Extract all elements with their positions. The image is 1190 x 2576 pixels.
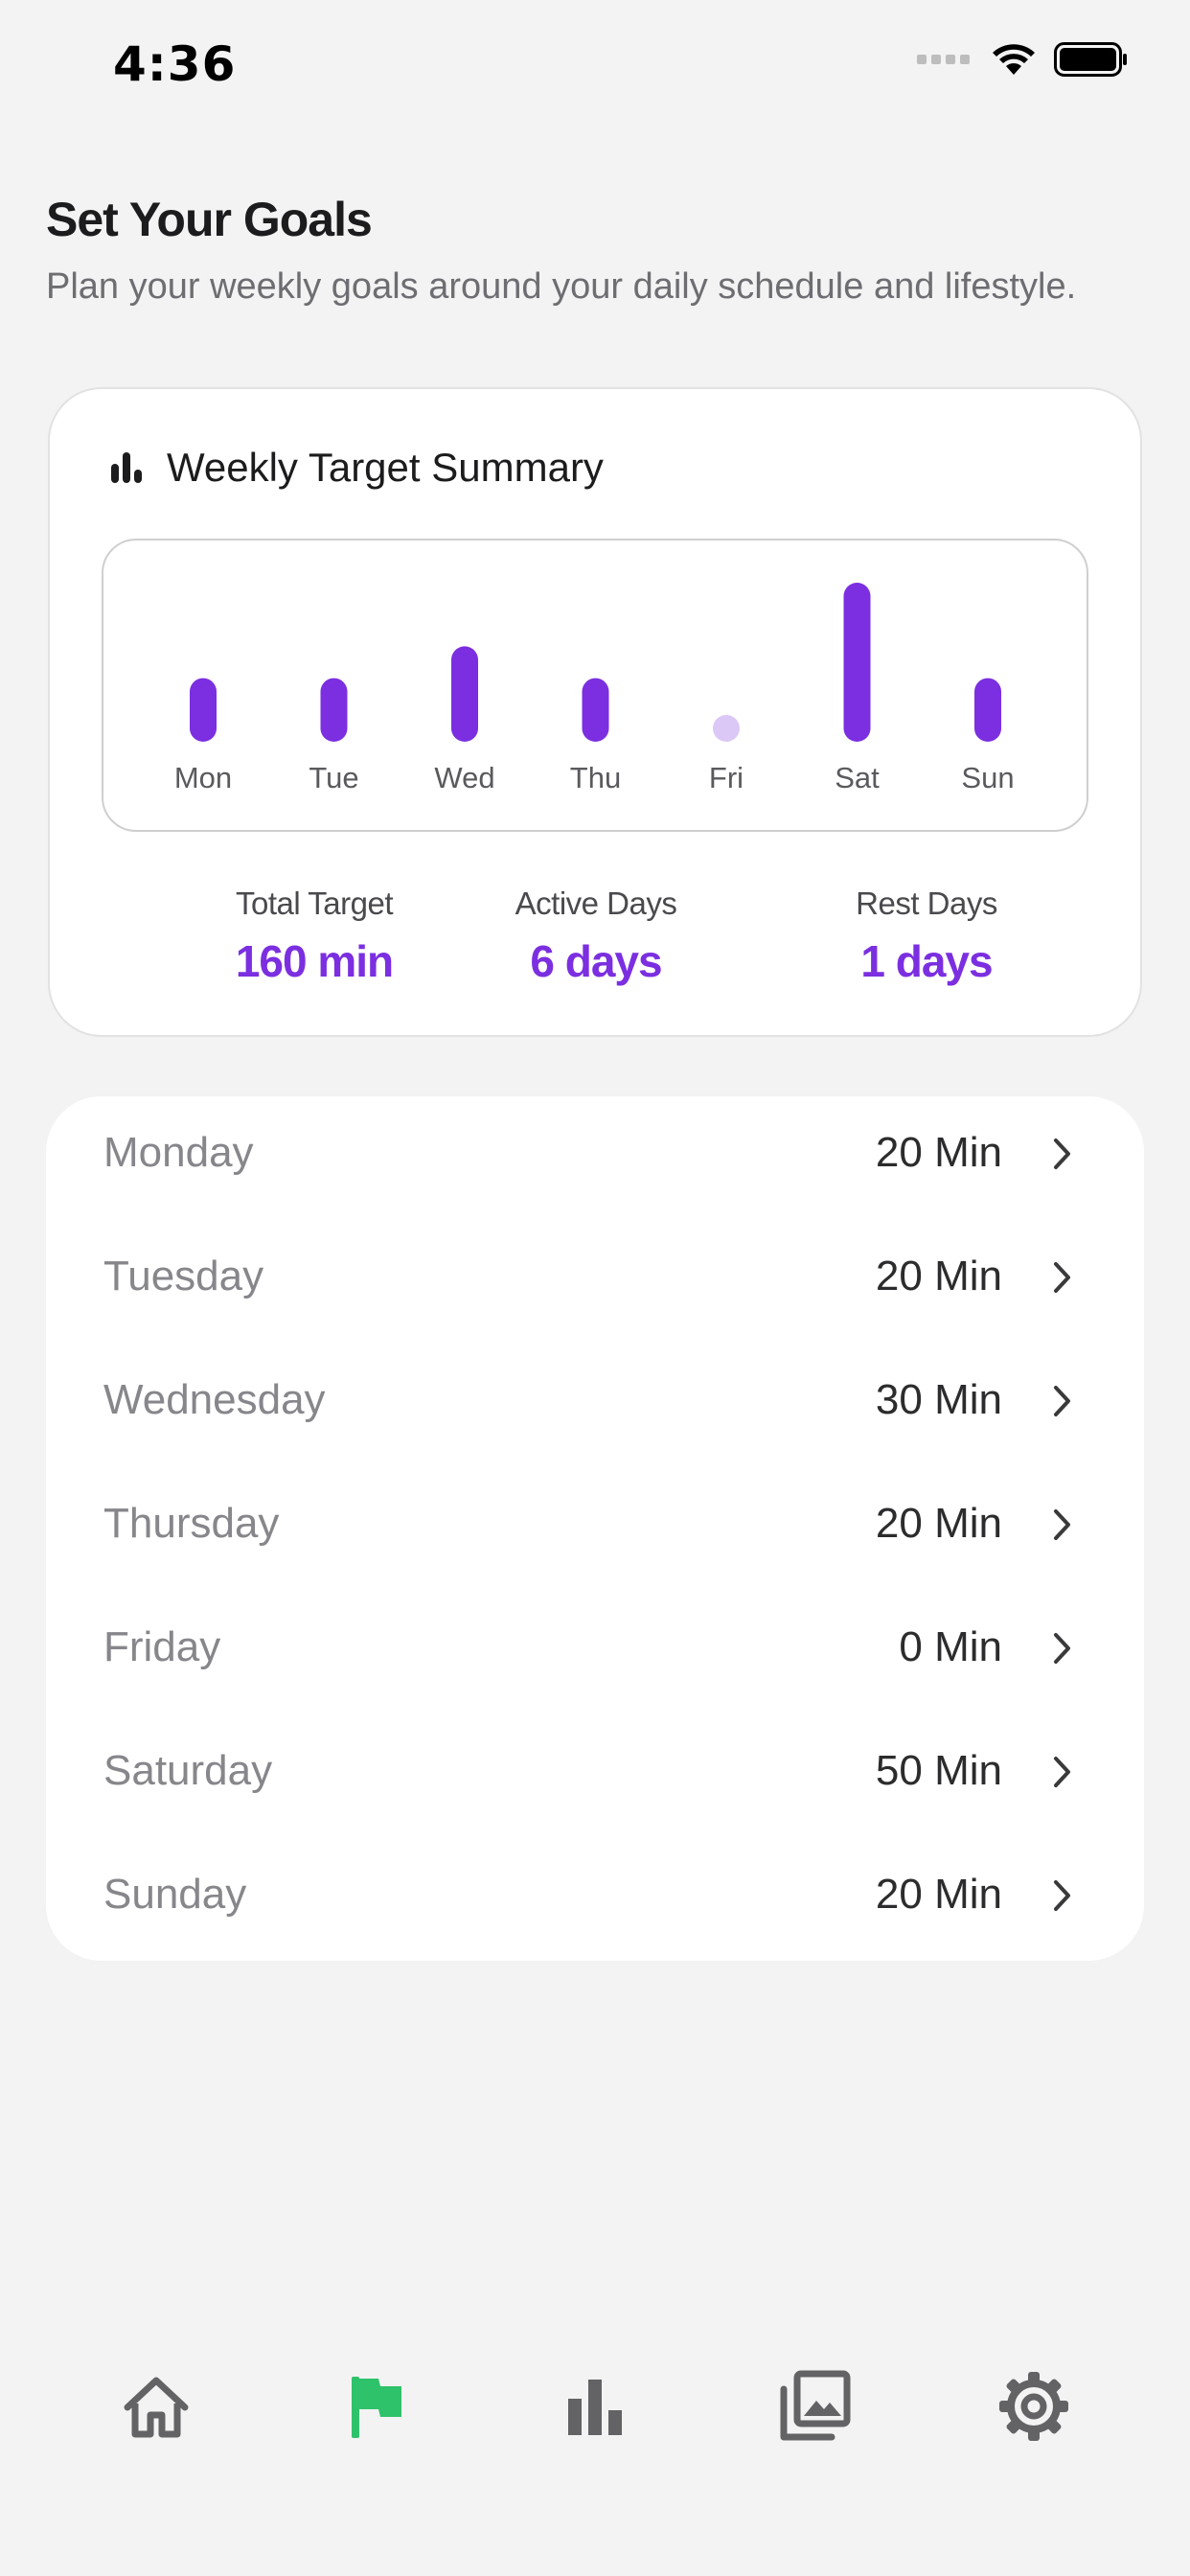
gallery-icon [780, 2370, 851, 2441]
day-goal-value: 20 Min [875, 1253, 1002, 1300]
daily-goal-list: Monday 20 Min Tuesday 20 Min Wednesday 3… [46, 1096, 1144, 1961]
summary-card-title: Weekly Target Summary [167, 445, 604, 490]
day-name: Tuesday [103, 1253, 264, 1300]
wifi-icon [993, 44, 1035, 75]
day-name: Monday [103, 1129, 254, 1176]
day-row-thursday[interactable]: Thursday 20 Min [46, 1467, 1144, 1591]
stat-active-days: Active Days 6 days [433, 886, 759, 987]
day-goal-value: 50 Min [875, 1747, 1002, 1794]
weekly-summary-card: Weekly Target Summary Mon Tue Wed Thu Fri Sat… [48, 387, 1142, 1037]
day-name: Thursday [103, 1500, 280, 1547]
stat-value: 160 min [235, 936, 394, 986]
bar-label-fri: Fri [709, 761, 744, 794]
bar-tue [320, 678, 348, 742]
chevron-right-icon [1054, 1262, 1070, 1293]
chevron-right-icon [1054, 1509, 1070, 1540]
status-indicators [917, 42, 1129, 77]
bar-fri [713, 715, 740, 742]
day-row-sunday[interactable]: Sunday 20 Min [46, 1838, 1144, 1962]
status-time: 4:36 [113, 36, 237, 92]
stat-label: Active Days [515, 886, 677, 921]
day-row-saturday[interactable]: Saturday 50 Min [46, 1714, 1144, 1838]
tab-stats[interactable] [542, 2354, 648, 2459]
summary-stats: Total Target 160 min Active Days 6 days … [50, 886, 1140, 1000]
bar-label-thu: Thu [570, 761, 621, 794]
chevron-right-icon [1054, 1757, 1070, 1787]
weekly-bar-chart-svg: Mon Tue Wed Thu Fri Sat Sun [174, 583, 1015, 794]
summary-card-header: Weekly Target Summary [107, 445, 604, 491]
flag-icon [352, 2377, 401, 2438]
chevron-right-icon [1054, 1138, 1070, 1169]
tab-home[interactable] [103, 2354, 209, 2459]
stat-value: 6 days [530, 936, 662, 986]
bar-label-wed: Wed [434, 761, 494, 794]
day-name: Wednesday [103, 1376, 326, 1423]
stat-rest-days: Rest Days 1 days [764, 886, 1089, 987]
bottom-tab-bar [0, 2300, 1190, 2482]
page-title: Set Your Goals [46, 193, 373, 246]
bar-label-tue: Tue [309, 761, 358, 794]
day-row-tuesday[interactable]: Tuesday 20 Min [46, 1220, 1144, 1344]
chevron-right-icon [1054, 1880, 1070, 1911]
cellular-signal-icon [917, 55, 970, 64]
page-subtitle: Plan your weekly goals around your daily… [46, 266, 1077, 307]
day-goal-value: 30 Min [875, 1376, 1002, 1423]
home-icon [124, 2377, 189, 2438]
tab-goals[interactable] [324, 2354, 429, 2459]
chevron-right-icon [1054, 1386, 1070, 1416]
day-name: Saturday [103, 1747, 273, 1794]
day-row-friday[interactable]: Friday 0 Min [46, 1591, 1144, 1714]
bar-thu [582, 678, 609, 742]
battery-icon [1054, 42, 1127, 77]
bar-mon [190, 678, 217, 742]
stats-icon [568, 2380, 622, 2435]
stat-label: Total Target [236, 886, 394, 921]
day-goal-value: 20 Min [875, 1129, 1002, 1176]
bar-label-mon: Mon [174, 761, 232, 794]
stat-value: 1 days [860, 936, 993, 986]
bar-label-sun: Sun [961, 761, 1014, 794]
goals-screen: 4:36 Set Your Goals Plan your weekly goa… [0, 0, 1190, 2576]
page-header: Set Your Goals Plan your weekly goals ar… [46, 192, 1148, 308]
bar-sat [843, 583, 871, 742]
day-row-wednesday[interactable]: Wednesday 30 Min [46, 1344, 1144, 1467]
bar-sun [974, 678, 1001, 742]
day-row-monday[interactable]: Monday 20 Min [46, 1096, 1144, 1220]
status-bar: 4:36 [0, 0, 1190, 134]
stat-label: Rest Days [856, 886, 997, 921]
bar-label-sat: Sat [835, 761, 880, 794]
day-goal-value: 0 Min [899, 1623, 1002, 1670]
tab-gallery[interactable] [762, 2354, 867, 2459]
bar-chart-icon [111, 452, 142, 483]
day-name: Sunday [103, 1871, 247, 1918]
bar-wed [451, 646, 478, 742]
day-name: Friday [103, 1623, 221, 1670]
tab-settings[interactable] [981, 2354, 1087, 2459]
stat-total-target: Total Target 160 min [151, 886, 477, 987]
day-goal-value: 20 Min [875, 1500, 1002, 1547]
weekly-bar-chart: Mon Tue Wed Thu Fri Sat Sun [102, 539, 1088, 832]
settings-gear-icon [999, 2372, 1068, 2441]
day-goal-value: 20 Min [875, 1871, 1002, 1918]
chevron-right-icon [1054, 1633, 1070, 1664]
